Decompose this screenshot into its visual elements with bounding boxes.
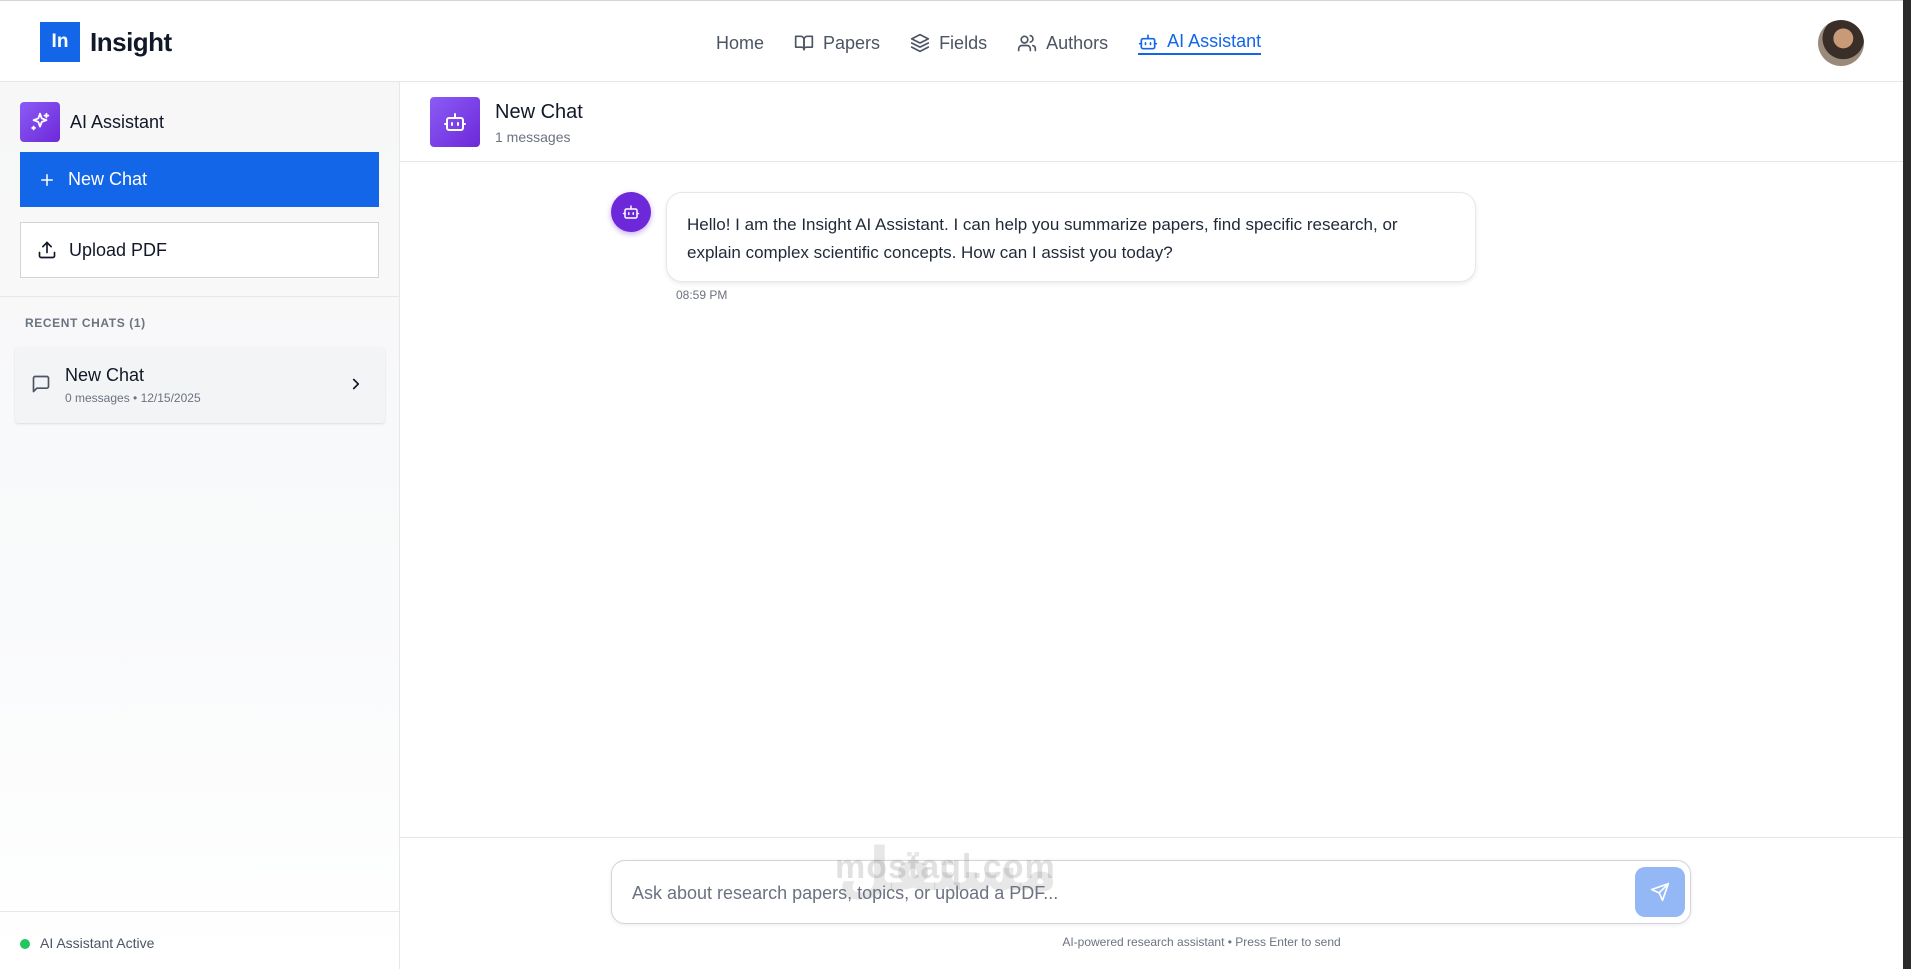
book-icon [794,35,814,51]
sidebar-title: AI Assistant [70,111,165,132]
recent-chat-title: New Chat [65,365,145,385]
composer-divider [400,837,1903,838]
chat-header: New Chat 1 messages [400,82,1903,162]
layers-icon [910,33,930,53]
assistant-avatar-icon [611,192,651,232]
assistant-status: AI Assistant Active [40,935,155,951]
chat-bot-icon [430,97,480,147]
main-nav: Home Papers Fields Authors AI Assistant [716,31,1291,55]
nav-home-label: Home [716,32,765,53]
nav-ai-assistant-label: AI Assistant [1167,31,1262,51]
recent-chats-heading: RECENT CHATS (1) [25,316,146,330]
watermark-latin: mostaql.com [835,848,1056,886]
nav-papers[interactable]: Papers [794,33,880,54]
sidebar-header: AI Assistant [20,102,164,142]
nav-authors[interactable]: Authors [1017,33,1108,54]
nav-papers-label: Papers [823,32,881,53]
chevron-right-icon [352,378,360,390]
nav-ai-assistant[interactable]: AI Assistant [1138,31,1262,55]
user-avatar[interactable] [1818,20,1864,66]
status-dot-icon [20,939,30,949]
brand-name: Insight [90,26,172,57]
users-icon [1017,34,1037,52]
nav-home[interactable]: Home [716,33,764,54]
message-input[interactable] [632,879,1612,907]
window-scrollbar[interactable] [1903,0,1911,969]
recent-chat-item[interactable]: New Chat 0 messages • 12/15/2025 [15,347,385,423]
top-navbar: In Insight Home Papers Fields Authors AI… [0,0,1911,82]
new-chat-button[interactable]: New Chat [20,152,379,207]
nav-fields-label: Fields [939,32,988,53]
message-square-icon [32,375,50,393]
nav-fields[interactable]: Fields [910,33,987,54]
nav-authors-label: Authors [1046,32,1109,53]
sparkles-icon [20,102,60,142]
chat-message-count: 1 messages [495,129,571,145]
new-chat-label: New Chat [68,169,148,189]
chat-panel: New Chat 1 messages Hello! I am the Insi… [400,82,1903,969]
message-composer [611,860,1691,924]
upload-icon [38,241,56,259]
plus-icon [41,173,53,186]
recent-chat-meta: 0 messages • 12/15/2025 [65,391,201,405]
assistant-message: Hello! I am the Insight AI Assistant. I … [666,192,1476,282]
send-button[interactable] [1635,867,1685,917]
upload-pdf-label: Upload PDF [69,239,168,260]
composer-hint: AI-powered research assistant • Press En… [1062,935,1341,949]
bot-icon [1138,34,1158,50]
message-timestamp: 08:59 PM [676,288,728,302]
sidebar-divider [0,296,399,297]
send-icon [1650,882,1670,902]
brand-logo[interactable]: In Insight [40,22,172,62]
upload-pdf-button[interactable]: Upload PDF [20,222,379,278]
logo-mark: In [40,22,80,62]
chat-sidebar: AI Assistant New Chat Upload PDF RECENT … [0,82,400,969]
sidebar-footer: AI Assistant Active [0,911,399,969]
chat-title: New Chat [495,101,583,123]
